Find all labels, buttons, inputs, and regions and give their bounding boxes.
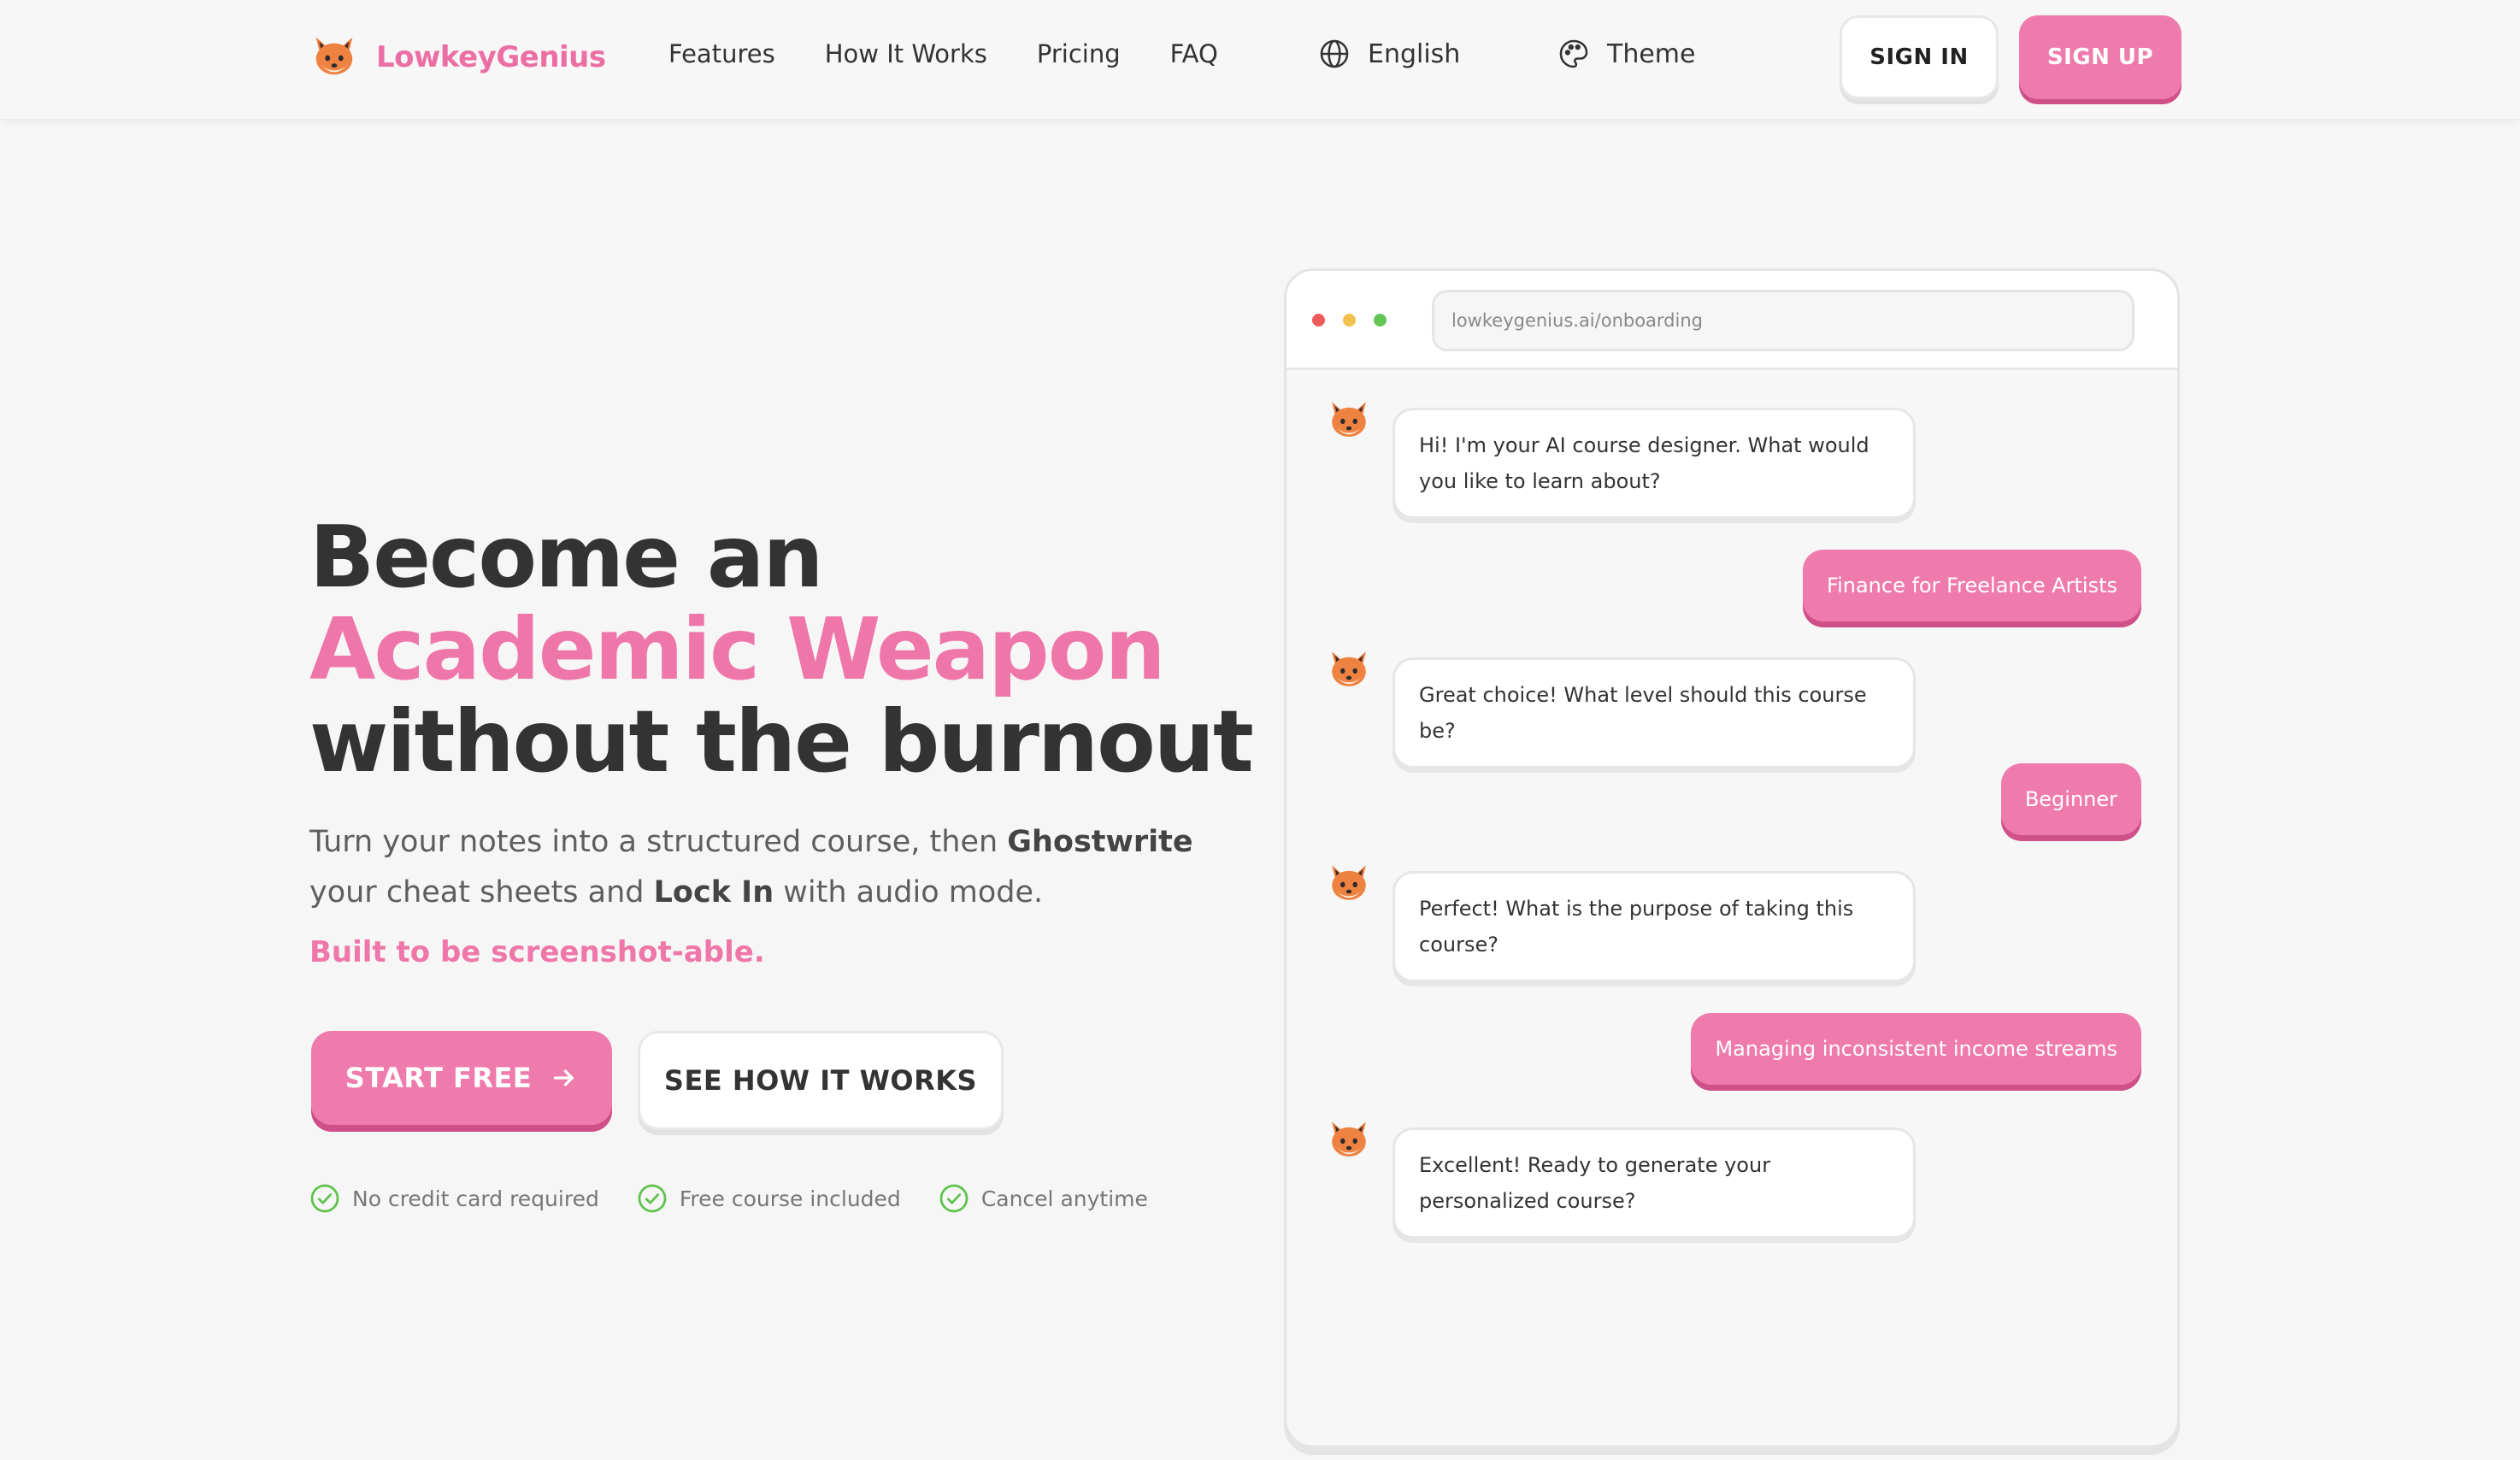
bot-message: Great choice! What level should this cou… xyxy=(1392,657,1916,768)
sign-in-button[interactable]: SIGN IN xyxy=(1840,15,1999,99)
check-circle-icon xyxy=(310,1184,339,1213)
minimize-dot-icon xyxy=(1343,314,1356,327)
hero-sub-text-2: your cheat sheets and xyxy=(309,875,654,910)
globe-icon xyxy=(1320,39,1349,68)
palette-icon xyxy=(1559,39,1588,68)
fox-avatar-icon xyxy=(1332,865,1366,900)
hero-sub-text-1: Turn your notes into a structured course… xyxy=(309,825,1008,859)
perk-label: Cancel anytime xyxy=(980,1186,1148,1211)
onboarding-chat-preview: lowkeygenius.ai/onboarding Hi! I'm your … xyxy=(1284,268,2180,1448)
hero-sub-bold-ghostwrite: Ghostwrite xyxy=(1007,825,1193,859)
user-message: Finance for Freelance Artists xyxy=(1803,550,2141,621)
bot-message: Excellent! Ready to generate your person… xyxy=(1392,1127,1916,1239)
check-circle-icon xyxy=(638,1184,667,1213)
browser-title-bar: lowkeygenius.ai/onboarding xyxy=(1286,271,2177,370)
fox-avatar-icon xyxy=(1332,1121,1366,1157)
start-free-label: START FREE xyxy=(344,1062,533,1094)
nav-link-features[interactable]: Features xyxy=(668,39,775,68)
hero-tagline: Built to be screenshot-able. xyxy=(309,935,765,969)
hero-title-line-2: Academic Weapon xyxy=(309,599,1166,699)
hero-title-line-3: without the burnout xyxy=(309,692,1254,792)
user-message: Beginner xyxy=(2000,763,2141,835)
bot-message: Perfect! What is the purpose of taking t… xyxy=(1392,871,1916,982)
fox-avatar-icon xyxy=(1332,651,1366,686)
hero-sub-bold-lock-in: Lock In xyxy=(653,875,774,910)
perks-list: No credit card required Free course incl… xyxy=(309,1183,1148,1214)
check-circle-icon xyxy=(939,1184,969,1213)
theme-label: Theme xyxy=(1607,38,1696,69)
nav-link-pricing[interactable]: Pricing xyxy=(1037,39,1121,68)
hero-subtitle: Turn your notes into a structured course… xyxy=(309,817,1198,918)
language-label: English xyxy=(1368,38,1461,69)
perk-item: No credit card required xyxy=(309,1183,599,1214)
hero-title-line-1: Become an xyxy=(309,507,824,607)
top-nav: LowkeyGenius Features How It Works Prici… xyxy=(0,0,2520,120)
fox-icon xyxy=(315,37,353,75)
arrow-right-icon xyxy=(553,1069,574,1086)
perk-label: Free course included xyxy=(679,1186,901,1211)
theme-toggle[interactable]: Theme xyxy=(1557,38,1695,70)
language-selector[interactable]: English xyxy=(1318,38,1460,70)
sign-up-button[interactable]: SIGN UP xyxy=(2019,15,2181,99)
fox-avatar-icon xyxy=(1332,402,1366,437)
perk-label: No credit card required xyxy=(352,1186,599,1211)
hero-title: Become an Academic Weapon without the bu… xyxy=(309,507,1254,792)
perk-item: Cancel anytime xyxy=(939,1183,1148,1214)
see-how-it-works-button[interactable]: SEE HOW IT WORKS xyxy=(638,1031,1004,1130)
hero-sub-text-3: with audio mode. xyxy=(774,875,1044,910)
nav-link-how-it-works[interactable]: How It Works xyxy=(825,39,987,68)
nav-links: Features How It Works Pricing FAQ xyxy=(668,39,1218,68)
perk-item: Free course included xyxy=(637,1183,901,1214)
start-free-button[interactable]: START FREE xyxy=(311,1031,612,1125)
user-message: Managing inconsistent income streams xyxy=(1691,1013,2141,1085)
bot-message: Hi! I'm your AI course designer. What wo… xyxy=(1392,408,1916,519)
close-dot-icon xyxy=(1312,314,1325,327)
brand-name: LowkeyGenius xyxy=(376,40,606,74)
nav-link-faq[interactable]: FAQ xyxy=(1170,39,1218,68)
brand-link[interactable]: LowkeyGenius xyxy=(309,32,606,82)
maximize-dot-icon xyxy=(1374,314,1387,327)
browser-url-bar: lowkeygenius.ai/onboarding xyxy=(1432,290,2134,351)
